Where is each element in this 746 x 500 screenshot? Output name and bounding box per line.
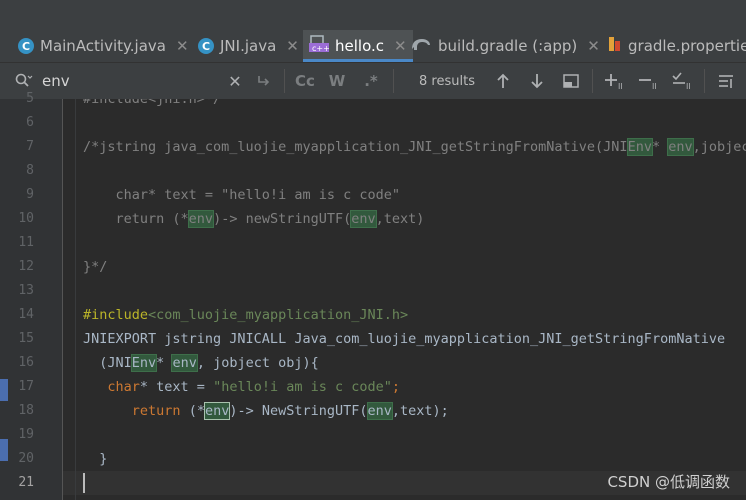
code-line-7: /*jstring java_com_luojie_myapplication_… — [83, 138, 746, 156]
line-number: 19 — [18, 427, 34, 442]
close-icon[interactable]: ✕ — [286, 37, 299, 55]
java-class-icon: C — [18, 38, 34, 54]
line-number: 9 — [26, 187, 34, 202]
results-count: 8 results — [419, 73, 475, 89]
line-number: 12 — [18, 259, 34, 274]
gradle-properties-icon — [608, 36, 622, 56]
search-match: Env — [130, 354, 158, 372]
line-number: 5 — [26, 91, 34, 106]
tab-build-gradle[interactable]: build.gradle (:app) ✕ — [410, 30, 600, 62]
tab-gradle-properties[interactable]: gradle.properties — [608, 30, 746, 62]
line-number: 20 — [18, 451, 34, 466]
tab-label: build.gradle (:app) — [438, 37, 578, 55]
add-selection-next-icon[interactable]: II — [600, 63, 630, 99]
tab-jni-java[interactable]: C JNI.java ✕ — [198, 30, 299, 62]
next-occurrence-icon[interactable] — [524, 63, 550, 99]
code-line-18: return (*env)-> NewStringUTF(env,text); — [131, 402, 449, 420]
line-number: 6 — [26, 115, 34, 130]
line-number: 16 — [18, 355, 34, 370]
tab-label: JNI.java — [220, 37, 277, 55]
tab-hello-c[interactable]: c++ hello.c ✕ — [303, 30, 413, 62]
line-number: 8 — [26, 163, 34, 178]
filter-icon[interactable] — [558, 63, 584, 99]
find-bar: env ✕ Cc W .* 8 results II II II — [0, 63, 746, 100]
java-class-icon: C — [198, 38, 214, 54]
svg-text:c++: c++ — [312, 44, 329, 53]
search-history-icon[interactable] — [252, 63, 276, 99]
line-number: 17 — [18, 379, 34, 394]
match-case-toggle[interactable]: Cc — [292, 63, 318, 99]
line-number: 7 — [26, 139, 34, 154]
editor-tab-bar: C MainActivity.java ✕ C JNI.java ✕ c++ h… — [0, 30, 746, 63]
code-line-9: char* text = "hello!i am is c code" — [83, 187, 400, 203]
filter-search-results-icon[interactable] — [712, 63, 742, 99]
code-line-10: return (*env)-> newStringUTF(env,text) — [83, 210, 425, 228]
search-match: env — [366, 402, 393, 420]
watermark: CSDN @低调函数 — [607, 473, 730, 491]
line-number-current: 21 — [18, 475, 34, 490]
search-input[interactable]: env — [42, 63, 70, 99]
search-match: env — [171, 354, 198, 372]
tab-label: hello.c — [335, 37, 384, 55]
regex-toggle[interactable]: .* — [358, 63, 384, 99]
search-match-current: env — [203, 402, 231, 420]
whole-words-toggle[interactable]: W — [324, 63, 350, 99]
gradle-elephant-icon — [410, 36, 432, 56]
code-line-14: #include<com_luojie_myapplication_JNI.h> — [83, 307, 409, 323]
select-all-occurrences-icon[interactable]: II — [668, 63, 698, 99]
line-number: 10 — [18, 211, 34, 226]
line-number: 14 — [18, 307, 34, 322]
search-match: Env — [626, 138, 653, 156]
code-line-17: char* text = "hello!i am is c code"; — [107, 379, 401, 395]
search-match: env — [350, 210, 377, 228]
search-match: env — [187, 210, 215, 228]
code-line-12: }*/ — [83, 259, 108, 275]
tab-mainactivity-java[interactable]: C MainActivity.java ✕ — [18, 30, 189, 62]
line-number: 11 — [18, 235, 34, 250]
close-icon[interactable]: ✕ — [394, 37, 407, 55]
title-bar — [0, 0, 746, 30]
text-caret — [83, 473, 85, 493]
line-number: 15 — [18, 331, 34, 346]
previous-occurrence-icon[interactable] — [490, 63, 516, 99]
search-match: env — [667, 138, 694, 156]
code-line-5: #include<jni.h>*/ — [83, 99, 222, 107]
tab-label: MainActivity.java — [40, 37, 166, 55]
indent-guide — [75, 99, 76, 500]
tab-label: gradle.properties — [628, 37, 746, 55]
unselect-occurrence-icon[interactable]: II — [634, 63, 664, 99]
code-line-15: JNIEXPORT jstring JNICALL Java_com_luoji… — [83, 331, 726, 347]
line-number-gutter: 5 6 7 8 9 10 11 12 13 14 15 16 17 18 19 … — [0, 91, 63, 500]
code-editor[interactable]: #include<jni.h>*/ /*jstring java_com_luo… — [63, 99, 746, 500]
code-line-20: } — [83, 451, 108, 467]
svg-text:II: II — [652, 82, 657, 90]
close-icon[interactable]: ✕ — [176, 37, 189, 55]
clear-search-icon[interactable]: ✕ — [224, 63, 246, 99]
c-file-icon: c++ — [309, 35, 330, 57]
line-number: 13 — [18, 283, 34, 298]
svg-text:II: II — [618, 82, 623, 90]
code-line-16: (JNIEnv* env, jobject obj){ — [83, 354, 319, 372]
close-icon[interactable]: ✕ — [587, 37, 600, 55]
line-number: 18 — [18, 403, 34, 418]
svg-text:II: II — [686, 82, 691, 90]
